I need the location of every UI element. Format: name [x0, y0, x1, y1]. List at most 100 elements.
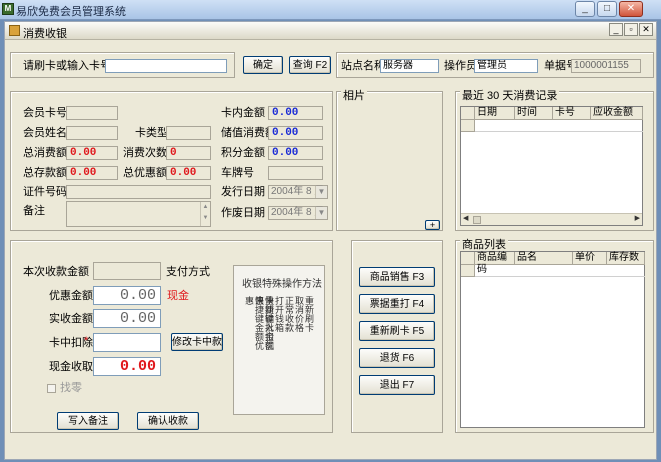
card-entry-group: 请刷卡或输入卡号	[10, 52, 235, 78]
discount-input[interactable]: 0.00	[93, 286, 161, 305]
records-col-card: 卡号	[553, 107, 591, 120]
product-sale-button[interactable]: 商品销售 F3	[359, 267, 435, 287]
station-label: 站点名称	[341, 60, 385, 72]
points-label: 积分金额	[221, 147, 265, 159]
records-row	[475, 120, 643, 132]
total-spend-field: 0.00	[66, 146, 118, 160]
photo-label: 相片	[341, 89, 367, 103]
actual-input[interactable]: 0.00	[93, 309, 161, 328]
expire-date-select[interactable]: 2004年 8 月 ▼	[268, 206, 328, 220]
card-entry-label: 请刷卡或输入卡号	[23, 60, 111, 72]
cash-label: 现金收取	[49, 361, 93, 373]
window-icon	[9, 25, 20, 36]
instruction-line: 取消价格	[294, 296, 304, 332]
balance-label: 卡内金额	[221, 107, 265, 119]
card-no-field	[66, 106, 118, 120]
maximize-icon[interactable]: □	[597, 1, 617, 17]
close-icon[interactable]: ✕	[619, 1, 643, 17]
plate-label: 车牌号	[221, 167, 254, 179]
chevron-down-icon: ▼	[315, 186, 327, 198]
name-field	[66, 126, 118, 140]
window-close-icon[interactable]: ✕	[639, 23, 653, 36]
receivable-field	[93, 262, 161, 280]
reswipe-button[interactable]: 重新刷卡 F5	[359, 321, 435, 341]
records-col-amount: 应收金额	[591, 107, 643, 120]
operator-field: 管理员	[474, 59, 538, 73]
write-remark-button[interactable]: 写入备注	[57, 412, 119, 430]
instruction-line: 重新输入金额	[264, 296, 274, 350]
cashier-window: 消费收银 _ ▫ ✕ 请刷卡或输入卡号 确定 查询 F2 站点名称 服务器 操作…	[4, 21, 657, 460]
records-row-header	[461, 107, 475, 120]
add-photo-button[interactable]: +	[425, 220, 440, 230]
card-deduct-input[interactable]	[93, 333, 161, 352]
modify-card-button[interactable]: 修改卡中款	[171, 333, 223, 351]
total-discount-label: 总优惠额	[123, 167, 167, 179]
expire-date-label: 作废日期	[221, 207, 265, 219]
products-col-stock: 库存数	[607, 252, 645, 265]
card-no-label: 会员卡号	[23, 107, 67, 119]
records-label: 最近 30 天消费记录	[460, 89, 560, 103]
records-table[interactable]: 日期 时间 卡号 应收金额 ◀ ▶	[460, 106, 643, 226]
window-restore-icon[interactable]: ▫	[624, 23, 638, 36]
balance-field: 0.00	[268, 106, 323, 120]
actual-label: 实收金额	[49, 313, 93, 325]
minimize-icon[interactable]: _	[575, 1, 595, 17]
scroll-left-icon[interactable]: ◀	[463, 214, 468, 222]
window-title: 消费收银	[23, 28, 67, 40]
app-icon: M	[2, 3, 14, 15]
products-table[interactable]: 商品编码 品名 单价 库存数	[460, 251, 645, 428]
pay-method-value: 现金	[167, 290, 189, 302]
name-label: 会员姓名	[23, 127, 67, 139]
card-type-field	[166, 126, 211, 140]
stored-spend-field: 0.00	[268, 126, 323, 140]
issue-date-select[interactable]: 2004年 8 月 ▼	[268, 185, 328, 199]
remark-field: ▲ ▼	[66, 201, 211, 227]
photo-group: 相片 +	[336, 89, 443, 231]
exit-button[interactable]: 退出 F7	[359, 375, 435, 395]
member-info-group: 会员卡号 会员姓名 卡类型 总消费额 0.00 消费次数 0 总存款额 0.00…	[10, 91, 333, 231]
total-spend-label: 总消费额	[23, 147, 67, 159]
total-discount-field: 0.00	[166, 166, 211, 180]
scroll-thumb[interactable]	[473, 216, 481, 224]
change-label: 找零	[60, 382, 82, 394]
card-type-label: 卡类型	[135, 127, 168, 139]
records-hscrollbar[interactable]: ◀ ▶	[461, 213, 642, 225]
station-info-group: 站点名称 服务器 操作员 管理员 单据号 1000001155	[336, 52, 654, 78]
app-titlebar: M 易欣免费会员管理系统 _ □ ✕	[0, 0, 661, 20]
products-label: 商品列表	[460, 238, 508, 252]
products-group: 商品列表 商品编码 品名 单价 库存数	[455, 238, 654, 433]
instruction-line: 重新刷卡	[304, 296, 314, 332]
products-col-code: 商品编码	[475, 252, 515, 275]
plate-field	[268, 166, 323, 180]
ok-button[interactable]: 确定	[243, 56, 283, 74]
records-col-date: 日期	[475, 107, 515, 120]
change-checkbox[interactable]	[47, 384, 56, 393]
issue-date-label: 发行日期	[221, 186, 265, 198]
records-group: 最近 30 天消费记录 日期 时间 卡号 应收金额 ◀ ▶	[455, 89, 654, 231]
cash-input[interactable]: 0.00	[93, 357, 161, 376]
card-number-input[interactable]	[105, 59, 227, 73]
reprint-button[interactable]: 票据重打 F4	[359, 294, 435, 314]
query-button[interactable]: 查询 F2	[289, 56, 331, 74]
discount-label: 优惠金额	[49, 290, 93, 302]
operator-label: 操作员	[444, 60, 477, 72]
order-number-field: 1000001155	[571, 59, 641, 73]
app-title: 易欣免费会员管理系统	[16, 6, 126, 18]
total-deposit-label: 总存款额	[23, 167, 67, 179]
instruction-line: 打开钱箱	[274, 296, 284, 332]
points-field: 0.00	[268, 146, 323, 160]
products-row	[475, 265, 645, 277]
remark-label: 备注	[23, 205, 45, 217]
remark-scrollbar[interactable]: ▲ ▼	[200, 202, 210, 226]
products-col-name: 品名	[515, 252, 573, 265]
scroll-right-icon[interactable]: ▶	[635, 214, 640, 222]
id-label: 证件号码	[23, 186, 67, 198]
instructions-title: 收银特殊操作方法	[242, 279, 322, 290]
spend-count-field: 0	[166, 146, 211, 160]
return-button[interactable]: 退货 F6	[359, 348, 435, 368]
window-minimize-icon[interactable]: _	[609, 23, 623, 36]
confirm-payment-button[interactable]: 确认收款	[137, 412, 199, 430]
actions-group: 商品销售 F3 票据重打 F4 重新刷卡 F5 退货 F6 退出 F7	[351, 240, 443, 433]
station-field: 服务器	[380, 59, 439, 73]
total-deposit-field: 0.00	[66, 166, 118, 180]
